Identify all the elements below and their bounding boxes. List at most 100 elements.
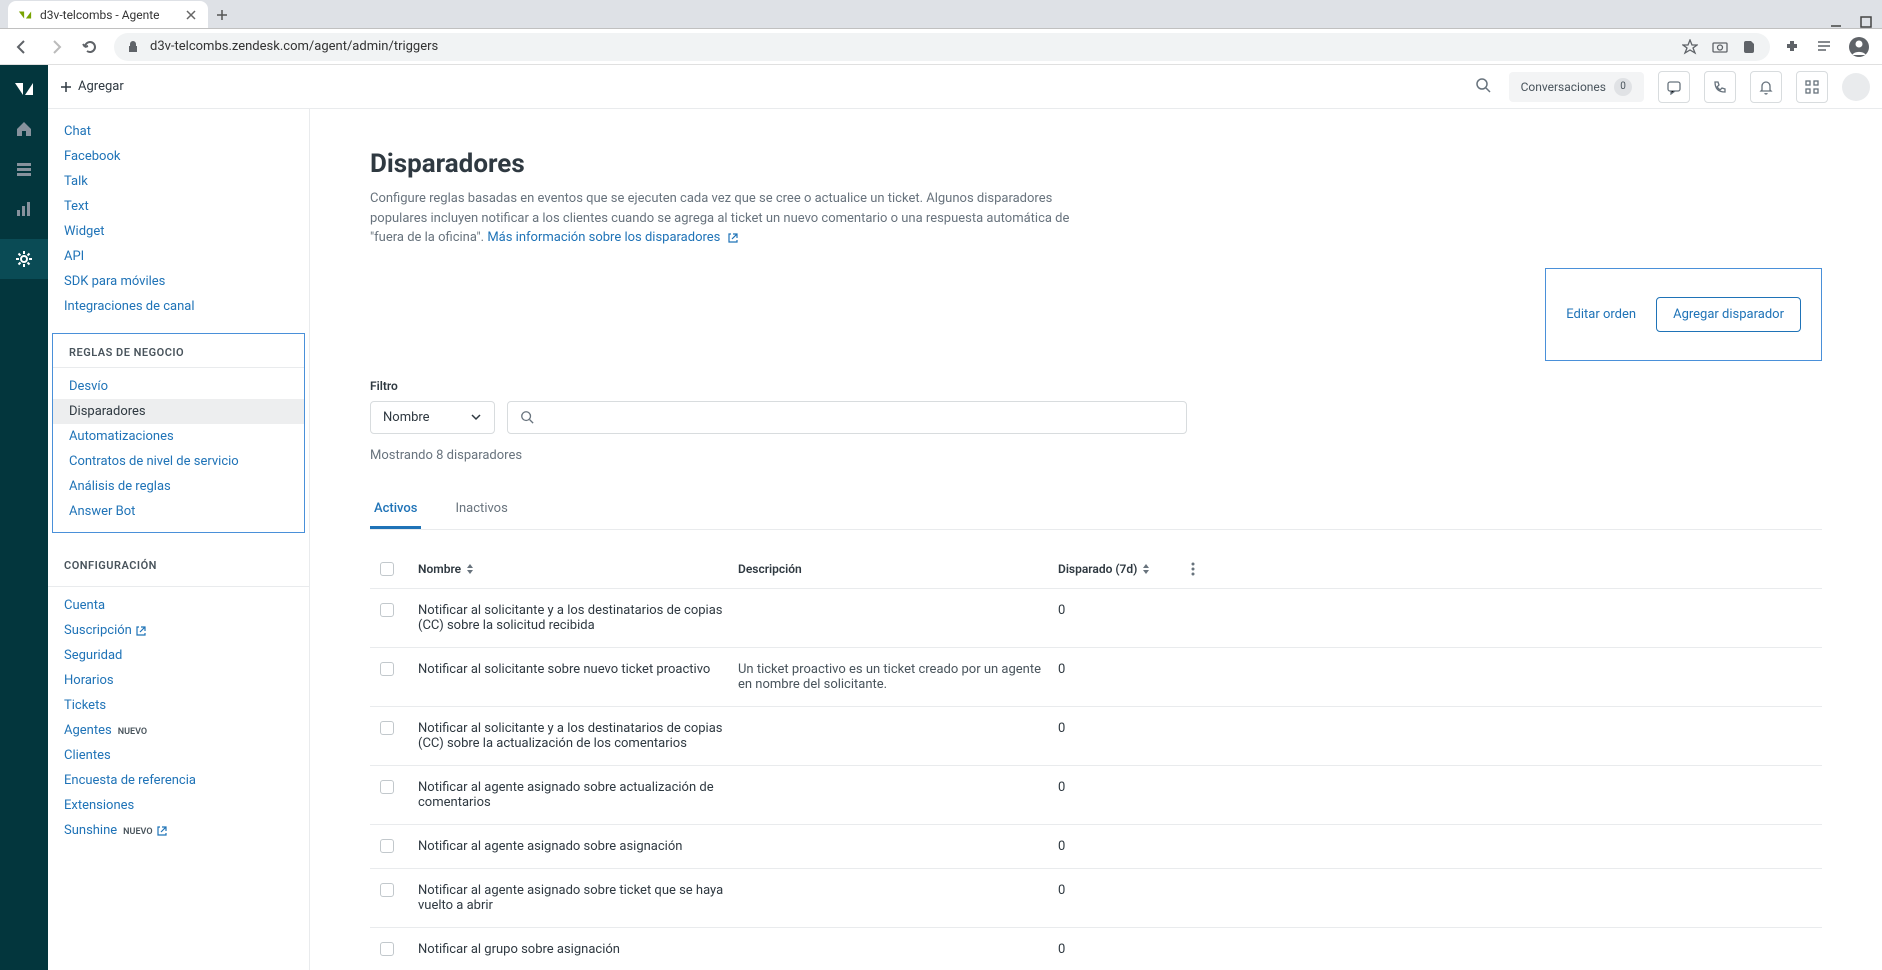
table-row[interactable]: Notificar al agente asignado sobre asign… xyxy=(370,825,1822,869)
apps-icon[interactable] xyxy=(1796,71,1828,103)
camera-icon[interactable] xyxy=(1712,39,1728,55)
conversations-button[interactable]: Conversaciones 0 xyxy=(1509,72,1644,102)
app-container: Agregar Conversaciones 0 xyxy=(0,65,1882,970)
table-row[interactable]: Notificar al solicitante y a los destina… xyxy=(370,707,1822,766)
window-controls xyxy=(1820,16,1882,28)
add-label: Agregar xyxy=(78,79,124,94)
add-trigger-button[interactable]: Agregar disparador xyxy=(1656,297,1801,332)
sidebar-item-automations[interactable]: Automatizaciones xyxy=(53,424,304,449)
page-description: Configure reglas basadas en eventos que … xyxy=(370,189,1090,248)
new-tab-button[interactable] xyxy=(208,1,236,28)
reports-icon[interactable] xyxy=(14,199,34,219)
business-rules-highlight: REGLAS DE NEGOCIO Desvío Disparadores Au… xyxy=(52,333,305,533)
row-fired: 0 xyxy=(1058,721,1178,736)
profile-icon[interactable] xyxy=(1848,36,1870,58)
minimize-icon[interactable] xyxy=(1830,16,1842,28)
forward-button[interactable] xyxy=(46,37,66,57)
tab-active[interactable]: Activos xyxy=(370,491,421,529)
more-info-link[interactable]: Más información sobre los disparadores xyxy=(487,230,737,245)
avatar[interactable] xyxy=(1842,73,1870,101)
url-actions xyxy=(1682,39,1758,55)
reload-button[interactable] xyxy=(80,37,100,57)
edit-order-link[interactable]: Editar orden xyxy=(1566,307,1636,322)
sidebar-item-text[interactable]: Text xyxy=(48,194,309,219)
sidebar-item-schedules[interactable]: Horarios xyxy=(48,668,309,693)
sidebar-item-routing[interactable]: Desvío xyxy=(53,374,304,399)
tab-title: d3v-telcombs - Agente xyxy=(40,8,176,22)
sidebar-item-api[interactable]: API xyxy=(48,244,309,269)
extension-icons xyxy=(1784,36,1870,58)
add-button[interactable]: Agregar xyxy=(60,79,124,94)
sidebar-item-widget[interactable]: Widget xyxy=(48,219,309,244)
row-description: Un ticket proactivo es un ticket creado … xyxy=(738,662,1058,692)
phone-icon[interactable] xyxy=(1704,71,1736,103)
admin-icon[interactable] xyxy=(0,239,48,279)
table-header: Nombre Descripción Disparado (7d) xyxy=(370,550,1822,589)
zendesk-logo-icon[interactable] xyxy=(13,77,35,99)
reading-list-icon[interactable] xyxy=(1816,39,1832,55)
header-description: Descripción xyxy=(738,562,1058,576)
header-name[interactable]: Nombre xyxy=(418,562,738,576)
star-icon[interactable] xyxy=(1682,39,1698,55)
external-link-icon xyxy=(136,626,146,636)
sidebar-item-facebook[interactable]: Facebook xyxy=(48,144,309,169)
sidebar-item-answer-bot[interactable]: Answer Bot xyxy=(53,499,304,524)
sidebar-item-sunshine[interactable]: SunshineNUEVO xyxy=(48,818,309,843)
sidebar-item-security[interactable]: Seguridad xyxy=(48,643,309,668)
table-row[interactable]: Notificar al solicitante sobre nuevo tic… xyxy=(370,648,1822,707)
sidebar: Chat Facebook Talk Text Widget API SDK p… xyxy=(48,109,310,970)
zendesk-favicon-icon xyxy=(18,8,32,22)
filter-search-input[interactable] xyxy=(534,410,1174,425)
close-icon[interactable] xyxy=(184,8,198,22)
extensions-icon[interactable] xyxy=(1784,39,1800,55)
url-bar[interactable]: d3v-telcombs.zendesk.com/agent/admin/tri… xyxy=(114,33,1770,61)
messaging-icon[interactable] xyxy=(1658,71,1690,103)
filter-search[interactable] xyxy=(507,401,1187,434)
search-icon xyxy=(520,410,534,424)
new-badge: NUEVO xyxy=(118,727,147,737)
row-checkbox[interactable] xyxy=(380,942,394,956)
sidebar-item-sla[interactable]: Contratos de nivel de servicio xyxy=(53,449,304,474)
home-icon[interactable] xyxy=(14,119,34,139)
header-fired[interactable]: Disparado (7d) xyxy=(1058,562,1178,576)
maximize-icon[interactable] xyxy=(1860,16,1872,28)
sidebar-item-channel-integrations[interactable]: Integraciones de canal xyxy=(48,294,309,319)
table-row[interactable]: Notificar al grupo sobre asignación0 xyxy=(370,928,1822,970)
row-checkbox[interactable] xyxy=(380,839,394,853)
row-checkbox[interactable] xyxy=(380,662,394,676)
table-row[interactable]: Notificar al agente asignado sobre actua… xyxy=(370,766,1822,825)
sidebar-item-chat[interactable]: Chat xyxy=(48,119,309,144)
kebab-icon[interactable] xyxy=(1191,562,1195,576)
sidebar-item-extensions[interactable]: Extensiones xyxy=(48,793,309,818)
row-checkbox[interactable] xyxy=(380,603,394,617)
evernote-icon[interactable] xyxy=(1742,39,1758,55)
back-button[interactable] xyxy=(12,37,32,57)
table-row[interactable]: Notificar al agente asignado sobre ticke… xyxy=(370,869,1822,928)
notifications-icon[interactable] xyxy=(1750,71,1782,103)
row-fired: 0 xyxy=(1058,942,1178,957)
table-row[interactable]: Notificar al solicitante y a los destina… xyxy=(370,589,1822,648)
views-icon[interactable] xyxy=(14,159,34,179)
row-checkbox[interactable] xyxy=(380,883,394,897)
topbar-right: Conversaciones 0 xyxy=(1475,71,1870,103)
row-checkbox[interactable] xyxy=(380,721,394,735)
filter-select[interactable]: Nombre xyxy=(370,401,495,434)
sidebar-item-customers[interactable]: Clientes xyxy=(48,743,309,768)
sidebar-item-agents[interactable]: AgentesNUEVO xyxy=(48,718,309,743)
sidebar-item-talk[interactable]: Talk xyxy=(48,169,309,194)
select-all-checkbox[interactable] xyxy=(380,562,394,576)
row-checkbox[interactable] xyxy=(380,780,394,794)
sidebar-item-triggers[interactable]: Disparadores xyxy=(53,399,304,424)
browser-tab[interactable]: d3v-telcombs - Agente xyxy=(8,1,208,28)
sidebar-item-subscription[interactable]: Suscripción xyxy=(48,618,309,643)
app-body: Chat Facebook Talk Text Widget API SDK p… xyxy=(48,109,1882,970)
chevron-down-icon xyxy=(470,411,482,423)
tab-inactive[interactable]: Inactivos xyxy=(451,491,511,529)
sidebar-item-account[interactable]: Cuenta xyxy=(48,593,309,618)
sidebar-item-rule-analysis[interactable]: Análisis de reglas xyxy=(53,474,304,499)
sidebar-item-nps[interactable]: Encuesta de referencia xyxy=(48,768,309,793)
row-name: Notificar al solicitante y a los destina… xyxy=(418,721,738,751)
sidebar-item-mobile-sdk[interactable]: SDK para móviles xyxy=(48,269,309,294)
sidebar-item-tickets[interactable]: Tickets xyxy=(48,693,309,718)
search-icon[interactable] xyxy=(1475,77,1495,97)
